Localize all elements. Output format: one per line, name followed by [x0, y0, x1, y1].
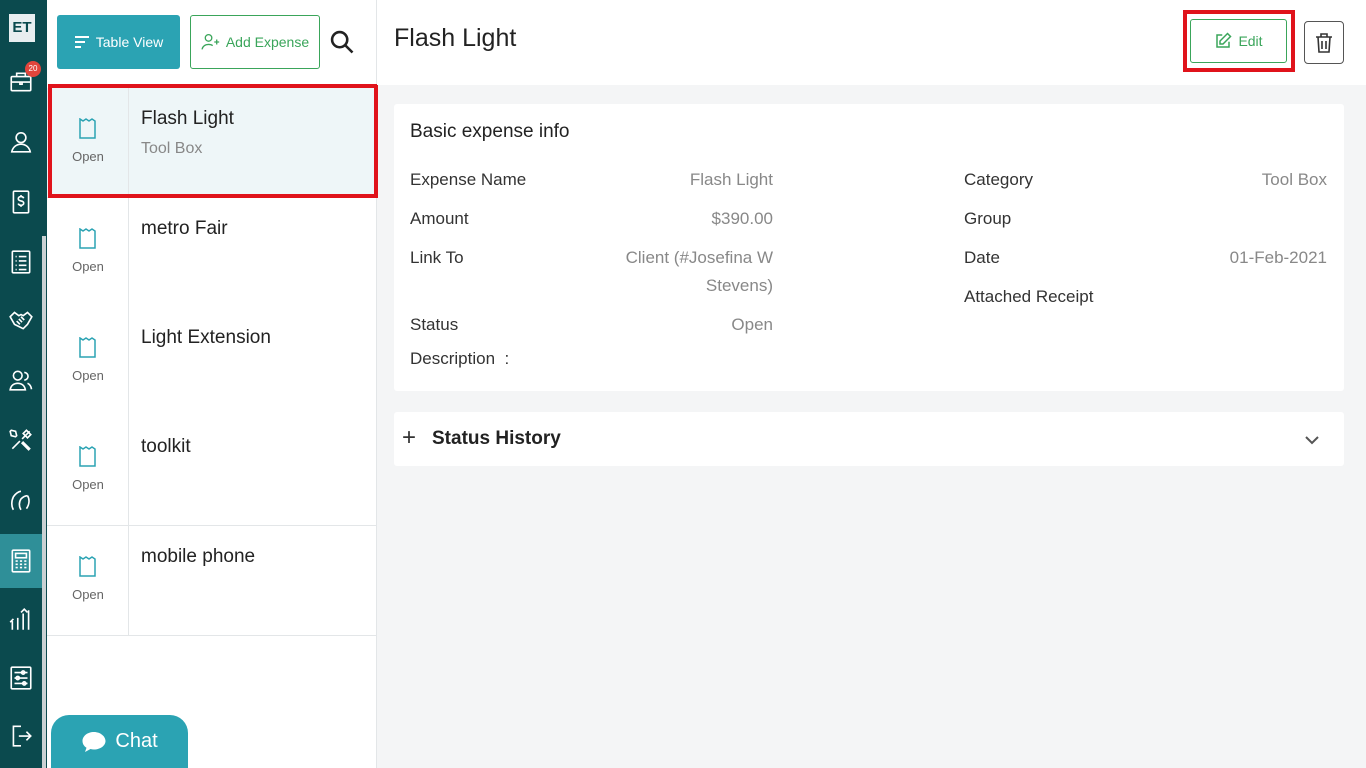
chat-bubble-icon: [82, 731, 106, 752]
add-expense-label: Add Expense: [225, 34, 310, 50]
status-column: Open: [47, 198, 129, 307]
status-label: Open: [72, 368, 104, 383]
status-label: Open: [72, 259, 104, 274]
attached-receipt-label: Attached Receipt: [964, 287, 1094, 306]
search-icon: [330, 30, 354, 54]
status-column: Open: [47, 416, 129, 525]
expense-name-value: Flash Light: [689, 170, 773, 189]
dollar-icon: [12, 190, 30, 214]
tools-icon: [9, 429, 32, 451]
expense-list-panel: Table View Add Expense Open Flash Light …: [47, 0, 377, 768]
edit-label: Edit: [1238, 33, 1263, 49]
edit-button[interactable]: Edit: [1190, 19, 1287, 63]
link-to-label: Link To: [410, 248, 464, 267]
table-view-label: Table View: [95, 34, 164, 50]
page-title: Flash Light: [394, 24, 517, 52]
status-label: Open: [72, 477, 104, 492]
search-button[interactable]: [328, 28, 356, 56]
status-column: Open: [47, 526, 129, 635]
trash-icon: [1316, 32, 1332, 53]
nav-dollar[interactable]: [0, 178, 42, 226]
nav-settings[interactable]: [0, 654, 42, 702]
expense-list-item[interactable]: Open mobile phone: [47, 526, 376, 636]
receipt-icon: [79, 556, 96, 577]
status-column: Open: [47, 307, 129, 416]
rail-scrollbar[interactable]: [42, 236, 46, 768]
expense-name: mobile phone: [141, 546, 256, 567]
notification-badge: 20: [25, 61, 41, 77]
description-label: Description :: [410, 349, 510, 368]
status-label: Open: [72, 587, 104, 602]
basic-info-card: Basic expense info Expense Name Flash Li…: [394, 104, 1344, 391]
expense-list-item[interactable]: Open metro Fair: [47, 198, 376, 308]
nav-reports[interactable]: [0, 596, 42, 644]
expense-name: metro Fair: [141, 218, 228, 239]
reports-icon: [9, 608, 30, 630]
nav-tools[interactable]: [0, 416, 42, 464]
handshake-icon: [9, 311, 33, 330]
edit-icon: [1216, 32, 1232, 48]
receipt-icon: [79, 228, 96, 249]
calculator-icon: [11, 549, 31, 573]
amount-label: Amount: [410, 209, 469, 228]
nav-handshake[interactable]: [0, 296, 42, 344]
nav-calculator[interactable]: [0, 534, 42, 588]
leads-icon: [10, 490, 30, 511]
sort-lines-icon: [74, 36, 89, 48]
section-title: Basic expense info: [410, 121, 570, 142]
plus-icon: +: [402, 424, 417, 451]
detail-header: Flash Light Edit: [377, 0, 1366, 85]
link-to-value-line2: Stevens): [705, 276, 773, 295]
table-view-button[interactable]: Table View: [57, 15, 180, 69]
date-value: 01-Feb-2021: [1229, 248, 1327, 267]
expense-name: Flash Light: [141, 108, 234, 129]
nav-checklist[interactable]: [0, 238, 42, 286]
nav-logout[interactable]: [0, 712, 42, 760]
chevron-down-icon: [1305, 436, 1319, 445]
date-label: Date: [964, 248, 1000, 267]
nav-users[interactable]: [0, 356, 42, 404]
logout-icon: [12, 725, 32, 747]
delete-button[interactable]: [1304, 21, 1344, 64]
status-history-accordion[interactable]: + Status History: [394, 412, 1344, 466]
expense-category: Tool Box: [141, 140, 203, 157]
chat-label: Chat: [115, 730, 158, 752]
receipt-icon: [79, 118, 96, 139]
expense-name-label: Expense Name: [410, 170, 527, 189]
receipt-icon: [79, 446, 96, 467]
expense-name: Light Extension: [141, 327, 271, 348]
user-icon: [10, 131, 32, 153]
nav-user[interactable]: [0, 118, 42, 166]
expense-list-item[interactable]: Open toolkit: [47, 416, 376, 526]
category-value: Tool Box: [1261, 170, 1327, 189]
expense-list-item[interactable]: Open Flash Light Tool Box: [47, 88, 376, 198]
expense-list-item[interactable]: Open Light Extension: [47, 307, 376, 417]
status-label: Open: [72, 149, 104, 164]
settings-sliders-icon: [10, 666, 32, 690]
group-label: Group: [964, 209, 1012, 228]
nav-rail: ET 20: [0, 0, 47, 768]
expense-name: toolkit: [141, 436, 191, 457]
nav-leads[interactable]: [0, 476, 42, 524]
users-icon: [9, 370, 33, 391]
checklist-icon: [11, 250, 31, 274]
chat-button[interactable]: Chat: [51, 715, 188, 768]
app-logo[interactable]: ET: [9, 14, 35, 42]
add-user-icon: [201, 33, 220, 50]
status-label: Status: [410, 315, 459, 334]
status-history-title: Status History: [432, 428, 561, 449]
receipt-icon: [79, 337, 96, 358]
link-to-value-line1: Client (#Josefina W: [625, 248, 773, 267]
amount-value: $390.00: [711, 209, 773, 228]
add-expense-button[interactable]: Add Expense: [190, 15, 320, 69]
status-column: Open: [47, 88, 129, 197]
category-label: Category: [964, 170, 1033, 189]
status-value: Open: [731, 315, 773, 334]
